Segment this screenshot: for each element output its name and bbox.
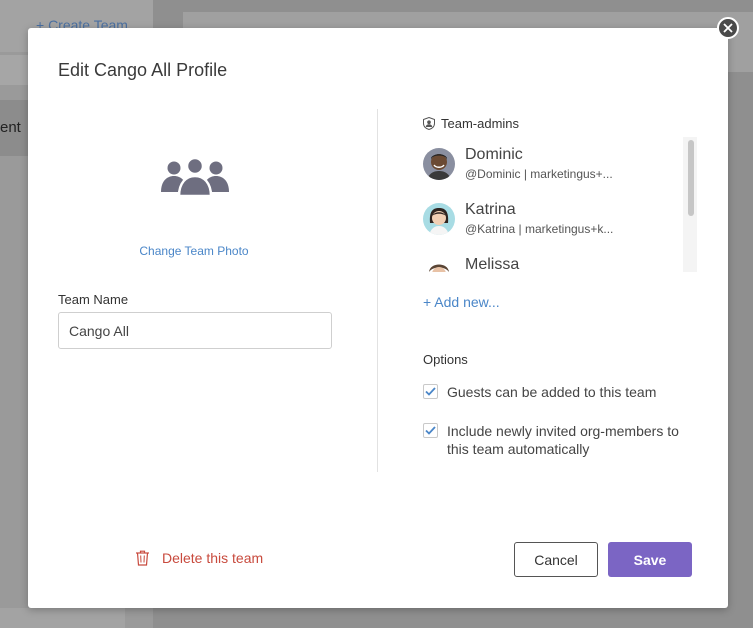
admin-name: Dominic [465,146,523,163]
admin-handle: @Dominic | marketingus+... [465,167,613,181]
avatar-dominic [423,148,455,180]
add-new-admin-link[interactable]: + Add new... [423,294,500,310]
close-modal-button[interactable] [717,17,739,39]
admins-scrollbar-thumb[interactable] [688,140,694,216]
guests-checkbox[interactable] [423,384,438,399]
admin-handle: @Katrina | marketingus+k... [465,222,614,236]
team-admins-list: Dominic @Dominic | marketingus+... Katri… [423,137,698,272]
option-label: Guests can be added to this team [447,384,657,400]
cancel-button[interactable]: Cancel [514,542,598,577]
checkmark-icon [425,387,436,396]
background-sidebar-footer [0,608,125,628]
option-label-line1: Include newly invited org-members to [447,423,679,439]
admin-name: Katrina [465,201,516,218]
options-label: Options [423,352,468,367]
team-admins-header-label: Team-admins [441,116,520,131]
save-button[interactable]: Save [608,542,692,577]
team-name-label: Team Name [58,292,129,307]
delete-team-label: Delete this team [162,550,264,566]
avatar-katrina [423,203,455,235]
trash-icon [136,550,149,566]
change-team-photo-link[interactable]: Change Team Photo [108,244,280,258]
background-sidebar-item-text: ent [0,119,21,136]
option-label-line2: this team automatically [447,441,590,457]
option-label: Include newly invited org-members to thi… [447,422,679,458]
modal-title: Edit Cango All Profile [58,60,228,80]
avatar-melissa [423,258,455,272]
admin-item-dominic[interactable]: Dominic @Dominic | marketingus+... [423,146,613,181]
admin-item-katrina[interactable]: Katrina @Katrina | marketingus+k... [423,201,613,236]
team-admins-header: Team-admins [423,116,519,131]
include-members-checkbox[interactable] [423,423,438,438]
edit-team-modal: Edit Cango All Profile Change Team Photo… [28,28,728,608]
shield-user-icon [423,117,435,130]
option-guests-can-be-added[interactable]: Guests can be added to this team [423,383,656,401]
delete-team-button[interactable]: Delete this team [135,550,263,566]
close-icon [723,23,733,33]
team-name-input[interactable] [58,312,332,349]
column-divider [377,109,378,472]
team-group-icon [161,156,229,198]
admin-name: Melissa [465,256,520,272]
option-include-new-members[interactable]: Include newly invited org-members to thi… [423,422,679,458]
checkmark-icon [425,426,436,435]
admin-item-melissa[interactable]: Melissa [423,256,519,272]
